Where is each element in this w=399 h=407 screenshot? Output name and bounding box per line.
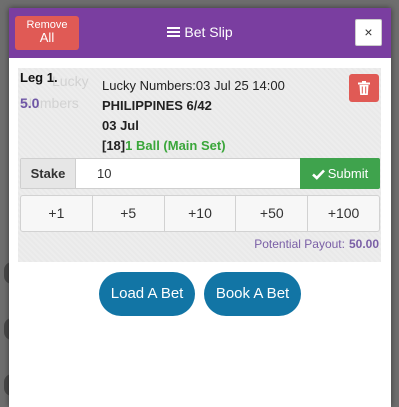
quick-stake-button[interactable]: +10 <box>165 196 237 231</box>
check-icon <box>311 169 325 180</box>
leg-info: Lucky Numbers:03 Jul 25 14:00 PHILIPPINE… <box>102 76 285 156</box>
leg-card: Lucky Numbers Leg 1. 5.0 Lucky Numbers:0… <box>18 68 381 262</box>
quick-stake-button[interactable]: +5 <box>93 196 165 231</box>
quick-stake-button[interactable]: +1 <box>21 196 93 231</box>
quick-stake-group: +1 +5 +10 +50 +100 <box>20 195 380 232</box>
close-button[interactable]: × <box>355 19 382 46</box>
submit-button[interactable]: Submit <box>300 158 380 189</box>
payout-label: Potential Payout: <box>254 237 345 251</box>
leg-selection-number: [18] <box>102 138 126 153</box>
list-icon <box>167 27 181 38</box>
book-bet-button[interactable]: Book A Bet <box>203 272 302 316</box>
stake-row: Stake Submit <box>20 158 380 189</box>
leg-odds: 5.0 <box>20 95 40 111</box>
leg-selection: [18]1 Ball (Main Set) <box>102 136 285 156</box>
quick-stake-button[interactable]: +100 <box>308 196 379 231</box>
payout-value: 50.00 <box>348 237 379 251</box>
stake-label: Stake <box>21 159 76 188</box>
bet-slip-modal: Remove All Bet Slip × Lucky Numbers Leg … <box>9 8 391 407</box>
bet-slip-title-text: Bet Slip <box>184 24 233 40</box>
trash-icon <box>358 81 370 95</box>
load-bet-button[interactable]: Load A Bet <box>98 272 196 316</box>
bet-actions: Load A Bet Book A Bet <box>9 272 391 316</box>
leg-date: 03 Jul <box>102 118 139 133</box>
potential-payout: Potential Payout: 50.00 <box>254 237 379 251</box>
bet-slip-title: Bet Slip <box>9 24 391 40</box>
submit-label: Submit <box>327 166 369 181</box>
quick-stake-button[interactable]: +50 <box>236 196 309 231</box>
bet-slip-header: Remove All Bet Slip × <box>9 8 391 58</box>
leg-label: Leg 1. <box>20 70 58 85</box>
delete-leg-button[interactable] <box>349 74 379 102</box>
leg-selection-name: 1 Ball (Main Set) <box>125 138 226 153</box>
leg-event: PHILIPPINES 6/42 <box>102 98 212 113</box>
leg-market: Lucky Numbers:03 Jul 25 14:00 <box>102 78 285 93</box>
stake-input[interactable] <box>77 159 302 188</box>
